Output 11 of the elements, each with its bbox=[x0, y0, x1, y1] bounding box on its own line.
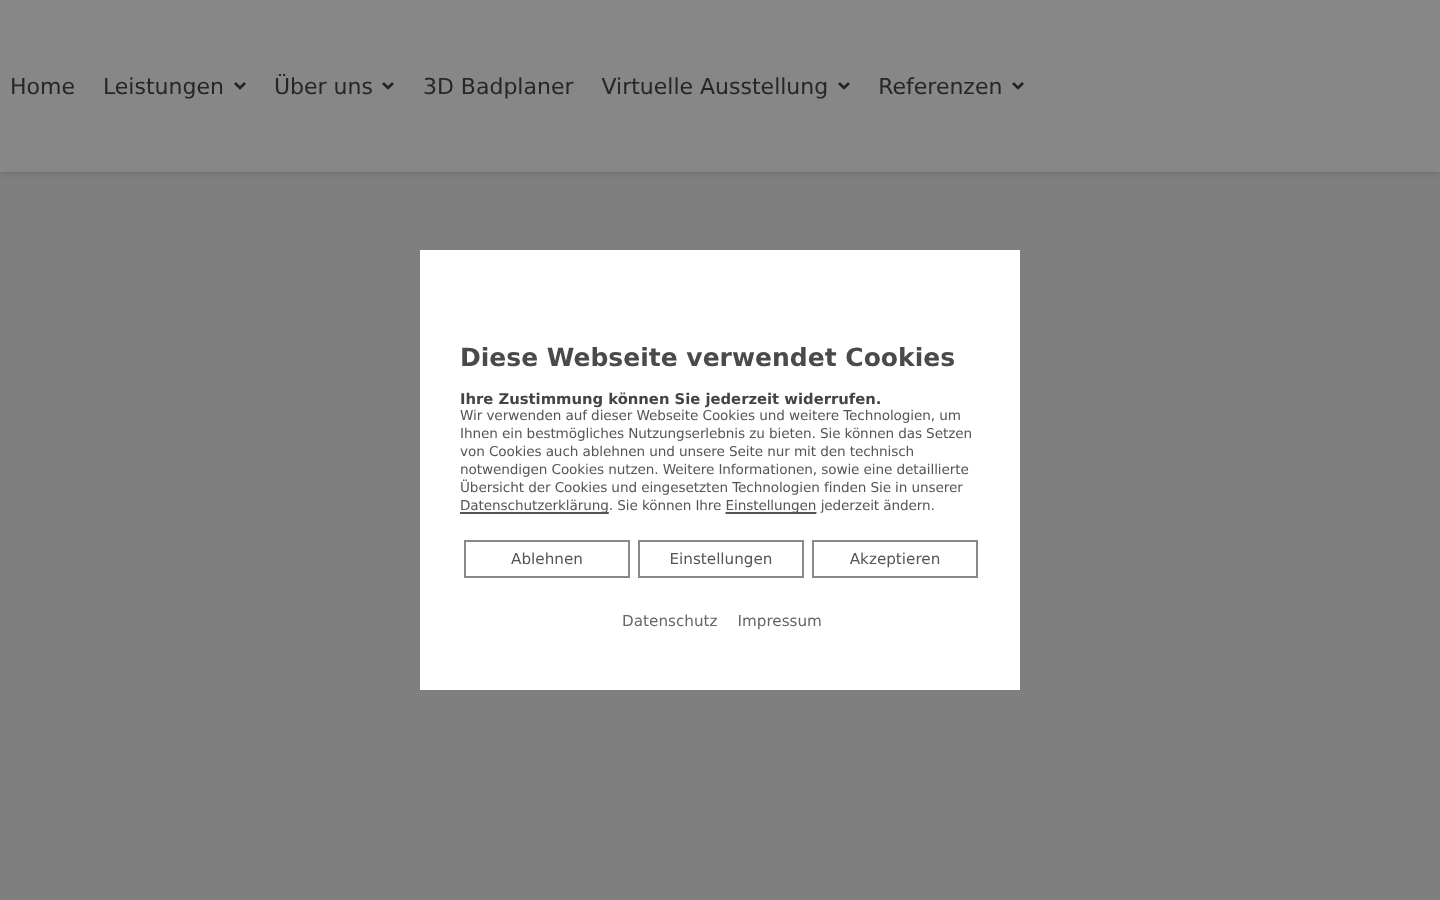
chevron-down-icon bbox=[233, 82, 246, 90]
chevron-down-icon bbox=[382, 82, 395, 90]
nav-link[interactable]: Leistungen bbox=[102, 73, 246, 99]
nav-link[interactable]: Referenzen bbox=[878, 73, 1025, 99]
dialog-title: Diese Webseite verwendet Cookies bbox=[460, 342, 958, 372]
nav-link[interactable]: Virtuelle Ausstellung bbox=[601, 73, 851, 99]
nav-link[interactable]: Über uns bbox=[273, 73, 395, 99]
chevron-down-icon bbox=[1012, 82, 1025, 90]
chevron-down-icon bbox=[838, 82, 851, 90]
nav-link[interactable]: 3D Badplaner bbox=[422, 73, 574, 99]
nav-link[interactable]: Home bbox=[10, 73, 75, 99]
